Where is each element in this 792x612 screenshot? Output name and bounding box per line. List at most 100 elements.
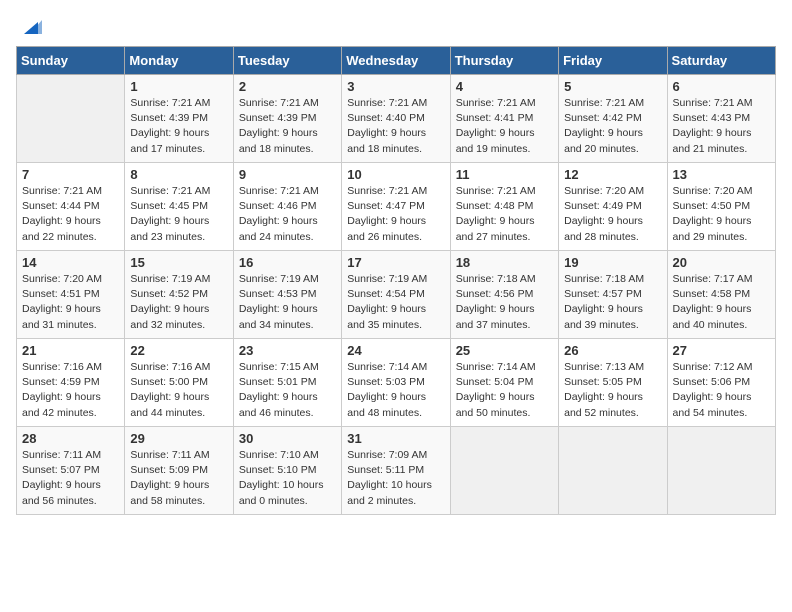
calendar-cell: 13Sunrise: 7:20 AM Sunset: 4:50 PM Dayli… xyxy=(667,163,775,251)
day-number: 29 xyxy=(130,431,227,446)
day-header-friday: Friday xyxy=(559,47,667,75)
calendar-cell: 3 Sunrise: 7:21 AM Sunset: 4:40 PM Daylig… xyxy=(342,75,450,163)
day-number: 11 xyxy=(456,167,553,182)
day-info: Sunrise: 7:19 AM Sunset: 4:52 PM Dayligh… xyxy=(130,272,227,333)
calendar-cell: 22 Sunrise: 7:16 AM Sunset: 5:00 PM Dayli… xyxy=(125,339,233,427)
calendar-cell: 31 Sunrise: 7:09 AM Sunset: 5:11 PM Dayli… xyxy=(342,427,450,515)
calendar-cell xyxy=(17,75,125,163)
day-header-monday: Monday xyxy=(125,47,233,75)
day-info: Sunrise: 7:21 AM Sunset: 4:40 PM Dayligh… xyxy=(347,96,444,157)
day-info: Sunrise: 7:11 AM Sunset: 5:07 PM Dayligh… xyxy=(22,448,119,509)
day-info: Sunrise: 7:17 AM Sunset: 4:58 PM Dayligh… xyxy=(673,272,770,333)
day-info: Sunrise: 7:09 AM Sunset: 5:11 PM Dayligh… xyxy=(347,448,444,509)
day-number: 16 xyxy=(239,255,336,270)
calendar-cell: 17 Sunrise: 7:19 AM Sunset: 4:54 PM Dayli… xyxy=(342,251,450,339)
day-info: Sunrise: 7:21 AM Sunset: 4:44 PM Dayligh… xyxy=(22,184,119,245)
day-info: Sunrise: 7:12 AM Sunset: 5:06 PM Dayligh… xyxy=(673,360,770,421)
calendar-cell: 20Sunrise: 7:17 AM Sunset: 4:58 PM Dayli… xyxy=(667,251,775,339)
calendar-cell: 19 Sunrise: 7:18 AM Sunset: 4:57 PM Dayli… xyxy=(559,251,667,339)
day-info: Sunrise: 7:21 AM Sunset: 4:43 PM Dayligh… xyxy=(673,96,770,157)
day-number: 6 xyxy=(673,79,770,94)
day-number: 2 xyxy=(239,79,336,94)
day-number: 10 xyxy=(347,167,444,182)
day-info: Sunrise: 7:21 AM Sunset: 4:48 PM Dayligh… xyxy=(456,184,553,245)
day-info: Sunrise: 7:16 AM Sunset: 5:00 PM Dayligh… xyxy=(130,360,227,421)
calendar-cell: 23Sunrise: 7:15 AM Sunset: 5:01 PM Dayli… xyxy=(233,339,341,427)
day-info: Sunrise: 7:18 AM Sunset: 4:57 PM Dayligh… xyxy=(564,272,661,333)
day-info: Sunrise: 7:13 AM Sunset: 5:05 PM Dayligh… xyxy=(564,360,661,421)
page-header xyxy=(16,16,776,38)
day-number: 25 xyxy=(456,343,553,358)
calendar-cell: 28 Sunrise: 7:11 AM Sunset: 5:07 PM Dayli… xyxy=(17,427,125,515)
day-header-wednesday: Wednesday xyxy=(342,47,450,75)
calendar-cell: 27 Sunrise: 7:12 AM Sunset: 5:06 PM Dayli… xyxy=(667,339,775,427)
day-info: Sunrise: 7:21 AM Sunset: 4:47 PM Dayligh… xyxy=(347,184,444,245)
day-number: 28 xyxy=(22,431,119,446)
day-number: 1 xyxy=(130,79,227,94)
day-number: 8 xyxy=(130,167,227,182)
day-number: 17 xyxy=(347,255,444,270)
calendar-cell xyxy=(450,427,558,515)
day-header-tuesday: Tuesday xyxy=(233,47,341,75)
day-number: 31 xyxy=(347,431,444,446)
calendar-cell: 14 Sunrise: 7:20 AM Sunset: 4:51 PM Dayli… xyxy=(17,251,125,339)
day-number: 15 xyxy=(130,255,227,270)
calendar-cell: 9Sunrise: 7:21 AM Sunset: 4:46 PM Daylig… xyxy=(233,163,341,251)
day-header-thursday: Thursday xyxy=(450,47,558,75)
day-info: Sunrise: 7:14 AM Sunset: 5:03 PM Dayligh… xyxy=(347,360,444,421)
day-number: 3 xyxy=(347,79,444,94)
calendar-cell: 2 Sunrise: 7:21 AM Sunset: 4:39 PM Daylig… xyxy=(233,75,341,163)
calendar-cell: 6 Sunrise: 7:21 AM Sunset: 4:43 PM Daylig… xyxy=(667,75,775,163)
calendar-cell: 30 Sunrise: 7:10 AM Sunset: 5:10 PM Dayli… xyxy=(233,427,341,515)
calendar-cell: 16 Sunrise: 7:19 AM Sunset: 4:53 PM Dayli… xyxy=(233,251,341,339)
calendar-cell: 4 Sunrise: 7:21 AM Sunset: 4:41 PM Daylig… xyxy=(450,75,558,163)
calendar-cell: 25Sunrise: 7:14 AM Sunset: 5:04 PM Dayli… xyxy=(450,339,558,427)
day-number: 9 xyxy=(239,167,336,182)
day-info: Sunrise: 7:21 AM Sunset: 4:45 PM Dayligh… xyxy=(130,184,227,245)
calendar-cell: 18Sunrise: 7:18 AM Sunset: 4:56 PM Dayli… xyxy=(450,251,558,339)
logo xyxy=(16,16,42,38)
day-info: Sunrise: 7:19 AM Sunset: 4:53 PM Dayligh… xyxy=(239,272,336,333)
calendar-week-row: 21 Sunrise: 7:16 AM Sunset: 4:59 PM Dayli… xyxy=(17,339,776,427)
day-number: 13 xyxy=(673,167,770,182)
calendar-cell: 7Sunrise: 7:21 AM Sunset: 4:44 PM Daylig… xyxy=(17,163,125,251)
calendar-cell: 12Sunrise: 7:20 AM Sunset: 4:49 PM Dayli… xyxy=(559,163,667,251)
day-number: 5 xyxy=(564,79,661,94)
calendar-cell: 5 Sunrise: 7:21 AM Sunset: 4:42 PM Daylig… xyxy=(559,75,667,163)
day-info: Sunrise: 7:10 AM Sunset: 5:10 PM Dayligh… xyxy=(239,448,336,509)
day-info: Sunrise: 7:19 AM Sunset: 4:54 PM Dayligh… xyxy=(347,272,444,333)
calendar-cell: 24 Sunrise: 7:14 AM Sunset: 5:03 PM Dayli… xyxy=(342,339,450,427)
day-info: Sunrise: 7:21 AM Sunset: 4:41 PM Dayligh… xyxy=(456,96,553,157)
calendar-cell: 11 Sunrise: 7:21 AM Sunset: 4:48 PM Dayli… xyxy=(450,163,558,251)
day-number: 24 xyxy=(347,343,444,358)
calendar-cell: 29Sunrise: 7:11 AM Sunset: 5:09 PM Dayli… xyxy=(125,427,233,515)
calendar-cell: 8 Sunrise: 7:21 AM Sunset: 4:45 PM Daylig… xyxy=(125,163,233,251)
day-number: 14 xyxy=(22,255,119,270)
day-header-saturday: Saturday xyxy=(667,47,775,75)
calendar-week-row: 1 Sunrise: 7:21 AM Sunset: 4:39 PM Daylig… xyxy=(17,75,776,163)
day-info: Sunrise: 7:16 AM Sunset: 4:59 PM Dayligh… xyxy=(22,360,119,421)
day-number: 4 xyxy=(456,79,553,94)
day-info: Sunrise: 7:20 AM Sunset: 4:51 PM Dayligh… xyxy=(22,272,119,333)
calendar-cell: 26Sunrise: 7:13 AM Sunset: 5:05 PM Dayli… xyxy=(559,339,667,427)
day-number: 22 xyxy=(130,343,227,358)
day-number: 21 xyxy=(22,343,119,358)
day-number: 30 xyxy=(239,431,336,446)
calendar-week-row: 14 Sunrise: 7:20 AM Sunset: 4:51 PM Dayli… xyxy=(17,251,776,339)
day-number: 18 xyxy=(456,255,553,270)
day-info: Sunrise: 7:21 AM Sunset: 4:39 PM Dayligh… xyxy=(239,96,336,157)
calendar-cell: 15 Sunrise: 7:19 AM Sunset: 4:52 PM Dayli… xyxy=(125,251,233,339)
calendar-cell xyxy=(559,427,667,515)
calendar-table: SundayMondayTuesdayWednesdayThursdayFrid… xyxy=(16,46,776,515)
calendar-cell: 10 Sunrise: 7:21 AM Sunset: 4:47 PM Dayli… xyxy=(342,163,450,251)
calendar-cell: 1Sunrise: 7:21 AM Sunset: 4:39 PM Daylig… xyxy=(125,75,233,163)
calendar-header-row: SundayMondayTuesdayWednesdayThursdayFrid… xyxy=(17,47,776,75)
day-number: 27 xyxy=(673,343,770,358)
day-number: 19 xyxy=(564,255,661,270)
calendar-cell: 21 Sunrise: 7:16 AM Sunset: 4:59 PM Dayli… xyxy=(17,339,125,427)
calendar-cell xyxy=(667,427,775,515)
day-info: Sunrise: 7:15 AM Sunset: 5:01 PM Dayligh… xyxy=(239,360,336,421)
day-info: Sunrise: 7:21 AM Sunset: 4:42 PM Dayligh… xyxy=(564,96,661,157)
calendar-week-row: 7Sunrise: 7:21 AM Sunset: 4:44 PM Daylig… xyxy=(17,163,776,251)
logo-icon xyxy=(20,16,42,38)
